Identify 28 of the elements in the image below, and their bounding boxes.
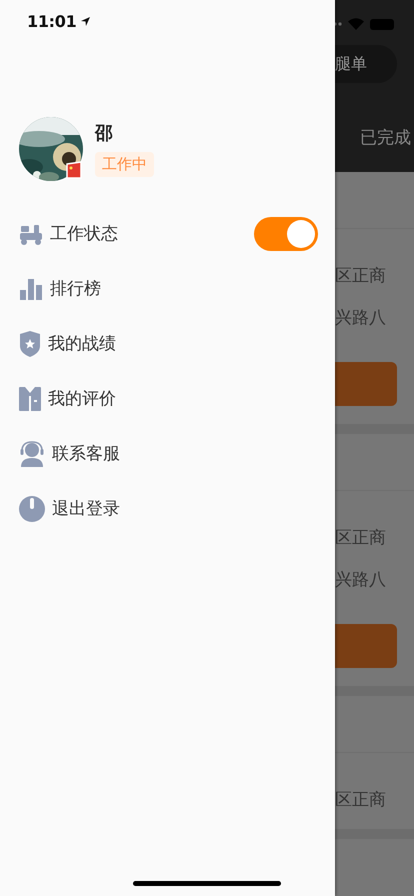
menu-item[interactable]: 排行榜 xyxy=(50,277,318,300)
order-action-button[interactable] xyxy=(335,624,397,668)
location-arrow-icon xyxy=(80,16,92,26)
user-name: 邵 xyxy=(95,122,113,146)
work-status-toggle[interactable] xyxy=(254,216,318,250)
shirt-icon xyxy=(19,386,41,410)
shield-star-icon xyxy=(19,330,41,356)
menu-item[interactable]: 工作状态 xyxy=(50,222,254,245)
wifi-icon xyxy=(348,18,364,30)
address-text: 区正商 xyxy=(335,265,386,287)
menu-item[interactable]: 联系客服 xyxy=(52,442,318,465)
address-text: 兴路八 xyxy=(335,568,386,590)
address-text: 兴路八 xyxy=(335,306,386,328)
completed-tab[interactable]: 已完成 xyxy=(360,126,411,149)
menu-item[interactable]: 我的评价 xyxy=(48,387,318,410)
battery-icon xyxy=(370,18,394,30)
bar-chart-icon xyxy=(19,278,43,300)
status-badge: 工作中 xyxy=(95,152,154,177)
status-time: 11:01 xyxy=(27,12,76,30)
address-text: 区正商 xyxy=(335,789,386,811)
support-agent-icon xyxy=(19,440,45,466)
power-icon xyxy=(19,496,45,522)
order-action-button[interactable] xyxy=(335,362,397,406)
order-type-pill[interactable]: 腿单 xyxy=(335,45,397,83)
menu-item[interactable]: 我的战绩 xyxy=(48,332,318,355)
flag-icon xyxy=(65,161,83,179)
address-text: 区正商 xyxy=(335,527,386,549)
menu-item[interactable]: 退出登录 xyxy=(52,497,318,520)
